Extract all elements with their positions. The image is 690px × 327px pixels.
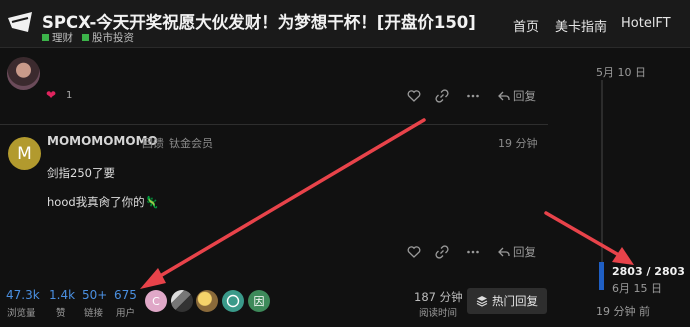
user-avatar[interactable]	[7, 57, 40, 90]
users-label: 用户	[116, 308, 136, 319]
views-label: 浏览量	[7, 308, 36, 319]
post-time[interactable]: 19 分钟	[498, 135, 538, 151]
category-color-dot	[42, 34, 49, 41]
reply-button[interactable]: 回复	[498, 244, 536, 260]
category-color-dot	[82, 34, 89, 41]
reply-arrow-icon	[498, 247, 510, 257]
site-header: SPCX-今天开奖祝愿大伙发财！为梦想干杯！[开盘价150] 理财 股市投资 首…	[0, 0, 690, 48]
links-count[interactable]: 50+	[82, 288, 107, 302]
reply-button[interactable]: 回复	[498, 88, 536, 104]
like-count[interactable]: 1	[66, 90, 72, 101]
nav-link-home[interactable]: 首页	[513, 16, 539, 35]
reply-arrow-icon	[498, 91, 510, 101]
layers-icon	[476, 296, 488, 307]
link-icon[interactable]	[435, 89, 449, 103]
annotation-arrowhead	[612, 247, 634, 265]
reply-label: 回复	[513, 245, 536, 259]
likes-count: 1.4k	[49, 288, 76, 302]
nav-link-hotelft[interactable]: HotelFT	[621, 16, 671, 31]
post-text-line: 剑指250了要	[47, 166, 115, 180]
read-time-label: 阅读时间	[419, 308, 458, 319]
timeline-end-label[interactable]: 19 分钟 前	[596, 303, 650, 319]
user-title: 回馈	[142, 137, 164, 150]
topic-categories: 理财 股市投资	[42, 30, 134, 45]
timeline-start-date[interactable]: 5月 10 日	[596, 64, 646, 80]
post-divider	[0, 124, 548, 125]
timeline-track[interactable]	[601, 80, 603, 290]
annotation-arrows	[140, 118, 634, 289]
ellipsis-icon[interactable]	[466, 245, 480, 259]
participant-avatar[interactable]: 因	[248, 290, 270, 312]
hot-replies-button[interactable]: 热门回复	[467, 288, 547, 314]
reply-label: 回复	[513, 89, 536, 103]
category-label: 理财	[52, 32, 73, 44]
read-time-value: 187 分钟	[414, 290, 463, 304]
participant-avatar[interactable]: C	[145, 290, 167, 312]
links-label: 链接	[84, 308, 104, 319]
timeline-current-date: 6月 15 日	[612, 282, 662, 295]
post-text-line: hood我真肏了你的🦎	[47, 195, 159, 209]
category-badge-finance[interactable]: 理财	[42, 30, 73, 45]
annotation-arrow-timeline	[544, 211, 626, 260]
user-avatar[interactable]: M	[8, 137, 41, 170]
users-count: 675	[114, 288, 137, 302]
site-logo-icon[interactable]	[6, 8, 34, 36]
heart-icon[interactable]: ❤	[46, 88, 56, 102]
timeline-post-count: 2803 / 2803	[612, 265, 685, 278]
annotation-arrowhead	[140, 268, 166, 289]
views-count: 47.3k	[6, 288, 40, 302]
category-label: 股市投资	[92, 32, 134, 44]
likes-label: 赞	[56, 308, 66, 319]
participant-ring-icon	[226, 294, 240, 308]
hot-replies-label: 热门回复	[492, 294, 538, 308]
ellipsis-icon[interactable]	[466, 89, 480, 103]
timeline-handle[interactable]	[599, 262, 604, 290]
participant-avatar[interactable]	[222, 290, 244, 312]
participant-avatar[interactable]	[171, 290, 193, 312]
like-heart-outline-icon[interactable]	[407, 89, 421, 103]
participant-avatar[interactable]	[196, 290, 218, 312]
nav-link-card-guide[interactable]: 美卡指南	[555, 16, 607, 35]
user-badge: 钛金会员	[169, 137, 213, 150]
link-icon[interactable]	[435, 245, 449, 259]
like-heart-outline-icon[interactable]	[407, 245, 421, 259]
category-badge-stocks[interactable]: 股市投资	[82, 30, 134, 45]
